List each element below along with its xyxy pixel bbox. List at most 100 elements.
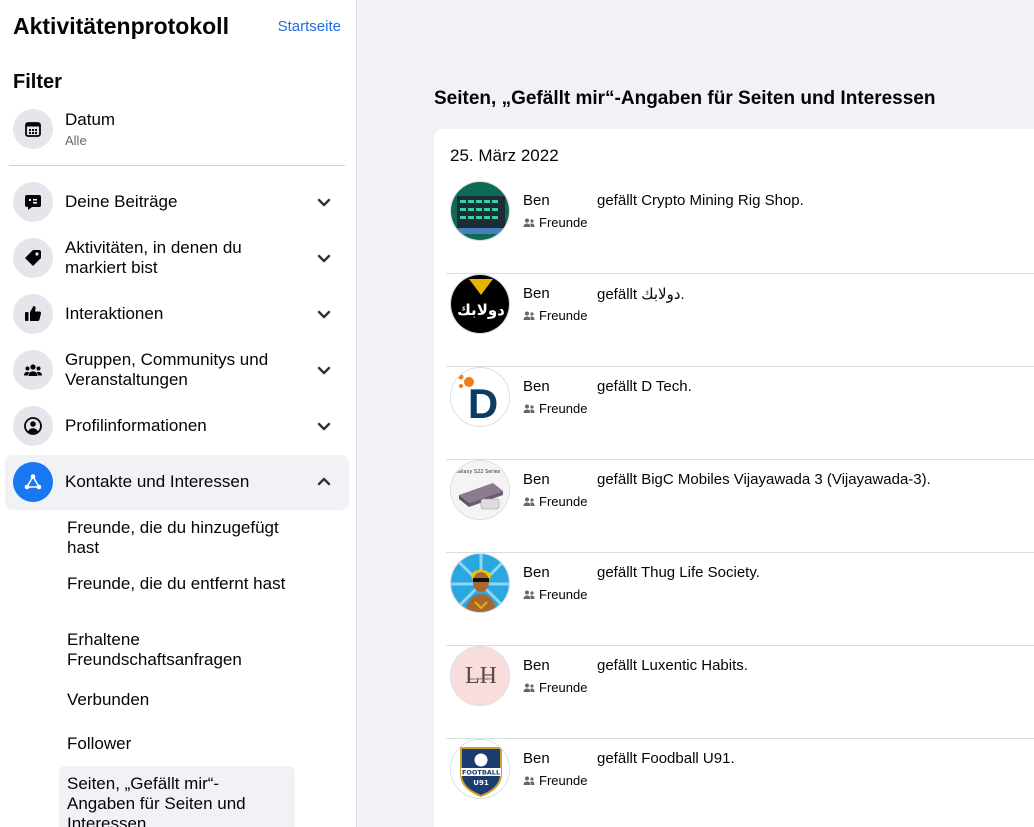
page-avatar[interactable]: LH luxentichabits	[450, 646, 510, 706]
user-name[interactable]: Ben	[523, 750, 550, 767]
activity-entry[interactable]: LH luxentichabits Ben Freunde gefällt Lux…	[446, 646, 1034, 739]
page-avatar[interactable]	[450, 553, 510, 613]
user-name[interactable]: Ben	[523, 657, 550, 674]
comment-icon	[13, 182, 53, 222]
category-markiert[interactable]: Aktivitäten, in denen du markiert bist	[5, 236, 349, 280]
subitem-freundschaftsanfragen[interactable]: Erhaltene Freundschaftsanfragen	[59, 630, 295, 670]
activity-entry[interactable]: Ben Freunde gefällt Thug Life Society.	[446, 553, 1034, 646]
activity-entry[interactable]: دولابك Ben Freunde gefällt دولابك.	[446, 274, 1034, 367]
audience[interactable]: Freunde	[523, 680, 587, 695]
main-title: Seiten, „Gefällt mir“-Angaben für Seiten…	[434, 88, 936, 109]
page-name[interactable]: BigC Mobiles Vijayawada 3 (Vijayawada-3)	[641, 471, 926, 488]
activity-entry[interactable]: Galaxy S22 Series Ben Freunde gefällt Bi…	[446, 460, 1034, 553]
avatar-text: Galaxy S22 Series	[455, 469, 501, 475]
filter-heading: Filter	[13, 71, 62, 93]
user-name[interactable]: Ben	[523, 471, 550, 488]
page-avatar[interactable]: Galaxy S22 Series	[450, 460, 510, 520]
avatar-text: D	[468, 380, 498, 427]
group-icon	[13, 350, 53, 390]
category-label: Kontakte und Interessen	[65, 472, 250, 491]
tag-icon	[13, 238, 53, 278]
friends-icon	[523, 683, 535, 692]
date-filter-label: Datum	[65, 110, 116, 129]
home-link[interactable]: Startseite	[278, 18, 341, 35]
friends-icon	[523, 404, 535, 413]
activity-verb: gefällt	[597, 286, 638, 303]
activity-verb: gefällt	[597, 657, 638, 674]
subitem-freunde-entfernt[interactable]: Freunde, die du entfernt hast	[59, 574, 295, 594]
date-filter[interactable]: Datum	[5, 108, 349, 150]
audience[interactable]: Freunde	[523, 494, 587, 509]
audience-label: Freunde	[539, 587, 588, 602]
subitem-seiten-gefaellt-mir[interactable]: Seiten, „Gefällt mir“-Angaben für Seiten…	[59, 766, 295, 827]
subitem-freunde-hinzugefuegt[interactable]: Freunde, die du hinzugefügt hast	[59, 518, 295, 558]
activity-entry[interactable]: D Ben Freunde gefällt D Tech.	[446, 367, 1034, 460]
category-gruppen[interactable]: Gruppen, Communitys und Veranstaltungen	[5, 348, 349, 392]
category-label: Aktivitäten, in denen du markiert bist	[65, 238, 242, 277]
audience[interactable]: Freunde	[523, 401, 587, 416]
page-avatar[interactable]	[450, 181, 510, 241]
audience-label: Freunde	[539, 215, 588, 230]
audience[interactable]: Freunde	[523, 587, 587, 602]
chevron-down-icon	[317, 251, 331, 265]
page-name[interactable]: D Tech	[641, 378, 687, 395]
subitem-follower[interactable]: Follower	[59, 734, 295, 754]
activity-entry[interactable]: Ben Freunde gefällt Crypto Mining Rig Sh…	[446, 181, 1034, 274]
category-label: Deine Beiträge	[65, 192, 178, 211]
activity-text: gefällt دولابك.	[597, 286, 685, 303]
page-title: Aktivitätenprotokoll	[13, 13, 229, 39]
date-filter-value: Alle	[65, 133, 87, 148]
category-label: Gruppen, Communitys und Veranstaltungen	[65, 350, 269, 389]
activity-verb: gefällt	[597, 192, 638, 209]
friends-icon	[523, 218, 535, 227]
category-deine-beitraege[interactable]: Deine Beiträge	[5, 180, 349, 224]
category-interaktionen[interactable]: Interaktionen	[5, 292, 349, 336]
thumbs-up-icon	[13, 294, 53, 334]
activity-card: 25. März 2022 Ben Freunde gefällt Crypto…	[434, 129, 1034, 827]
audience-label: Freunde	[539, 401, 588, 416]
date-heading: 25. März 2022	[450, 146, 559, 165]
category-profilinformationen[interactable]: Profilinformationen	[5, 404, 349, 448]
user-name[interactable]: Ben	[523, 285, 550, 302]
category-kontakte-interessen[interactable]: Kontakte und Interessen	[5, 455, 349, 510]
user-name[interactable]: Ben	[523, 378, 550, 395]
avatar-text: FOOTBALL	[462, 769, 500, 777]
page-name[interactable]: Luxentic Habits	[641, 657, 744, 674]
connections-icon	[13, 462, 53, 502]
audience-label: Freunde	[539, 773, 588, 788]
activity-text: gefällt Thug Life Society.	[597, 564, 760, 581]
activity-text: gefällt D Tech.	[597, 378, 692, 395]
avatar-subtext: U91	[473, 779, 489, 787]
user-name[interactable]: Ben	[523, 192, 550, 209]
category-label: Interaktionen	[65, 304, 164, 323]
page-avatar[interactable]: FOOTBALL U91	[450, 739, 510, 799]
friends-icon	[523, 776, 535, 785]
page-name[interactable]: دولابك	[641, 286, 680, 303]
activity-verb: gefällt	[597, 750, 638, 767]
avatar-text: دولابك	[457, 301, 505, 319]
subitem-verbunden[interactable]: Verbunden	[59, 690, 295, 710]
chevron-down-icon	[317, 195, 331, 209]
audience[interactable]: Freunde	[523, 308, 587, 323]
avatar-subtext: luxentichabits	[468, 676, 493, 681]
page-avatar[interactable]: D	[450, 367, 510, 427]
page-name[interactable]: Crypto Mining Rig Shop	[641, 192, 799, 209]
calendar-icon	[13, 109, 53, 149]
activity-text: gefällt Foodball U91.	[597, 750, 735, 767]
audience[interactable]: Freunde	[523, 773, 587, 788]
activity-text: gefällt Luxentic Habits.	[597, 657, 748, 674]
chevron-up-icon	[317, 475, 331, 489]
chevron-down-icon	[317, 419, 331, 433]
user-name[interactable]: Ben	[523, 564, 550, 581]
audience[interactable]: Freunde	[523, 215, 587, 230]
friends-icon	[523, 311, 535, 320]
audience-label: Freunde	[539, 680, 588, 695]
category-label: Profilinformationen	[65, 416, 207, 435]
page-name[interactable]: Foodball U91	[641, 750, 730, 767]
chevron-down-icon	[317, 307, 331, 321]
page-avatar[interactable]: دولابك	[450, 274, 510, 334]
activity-text: gefällt Crypto Mining Rig Shop.	[597, 192, 804, 209]
profile-icon	[13, 406, 53, 446]
page-name[interactable]: Thug Life Society	[641, 564, 756, 581]
activity-entry[interactable]: FOOTBALL U91 Ben Freunde gefällt Foodball…	[446, 739, 1034, 827]
